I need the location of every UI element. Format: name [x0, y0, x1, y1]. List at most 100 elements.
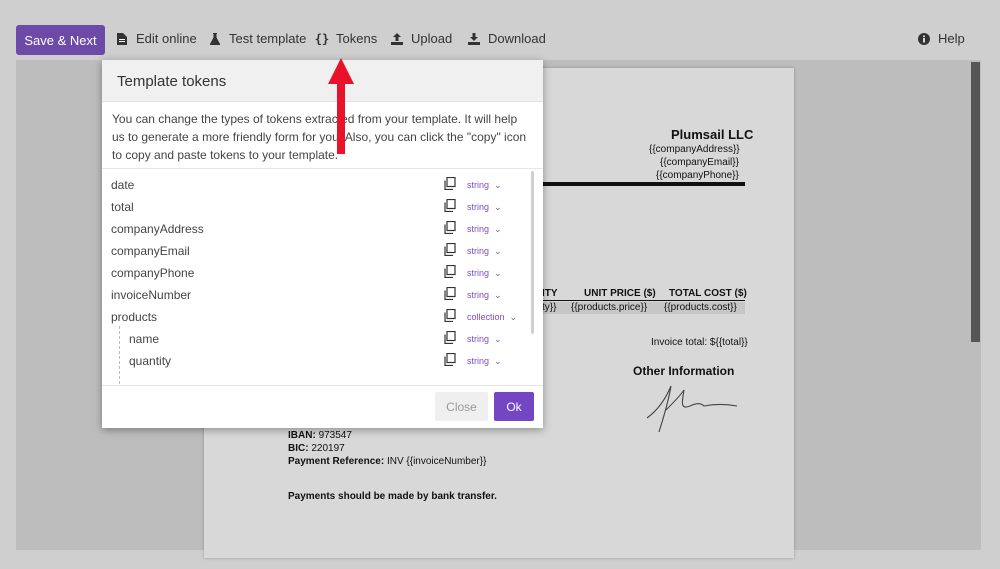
- copy-icon[interactable]: [444, 177, 456, 190]
- col-total-cost-header: TOTAL COST ($): [669, 288, 747, 299]
- token-type-label: string: [467, 290, 490, 300]
- payment-reference-value: INV {{invoiceNumber}}: [386, 456, 487, 467]
- other-information-heading: Other Information: [633, 364, 735, 378]
- token-type-label: string: [467, 202, 490, 212]
- token-type-dropdown[interactable]: string ⌄: [467, 268, 502, 279]
- company-name: Plumsail LLC: [671, 127, 754, 142]
- token-name: companyEmail: [111, 244, 190, 258]
- copy-icon[interactable]: [444, 243, 456, 256]
- tree-connector: [119, 326, 120, 384]
- cost-cell: {{products.cost}}: [664, 302, 737, 313]
- token-type-dropdown[interactable]: string ⌄: [467, 356, 502, 367]
- token-row: products collection ⌄: [102, 306, 522, 328]
- payment-reference-line: Payment Reference: INV {{invoiceNumber}}: [288, 456, 486, 467]
- template-tokens-dialog: Template tokens You can change the types…: [102, 60, 543, 428]
- viewer-scrollbar[interactable]: [971, 62, 980, 342]
- token-row: invoiceNumber string ⌄: [102, 284, 522, 306]
- token-type-dropdown[interactable]: string ⌄: [467, 180, 502, 191]
- token-type-dropdown[interactable]: string ⌄: [467, 202, 502, 213]
- flask-icon: [209, 32, 221, 45]
- phone-token: {{companyPhone}}: [656, 170, 739, 181]
- toolbar: Save & Next Edit online Test template {}…: [0, 0, 1000, 60]
- price-cell: {{products.price}}: [571, 302, 648, 313]
- token-type-dropdown[interactable]: string ⌄: [467, 334, 502, 345]
- annotation-arrow: [328, 58, 354, 154]
- token-type-label: string: [467, 224, 490, 234]
- token-type-dropdown[interactable]: string ⌄: [467, 246, 502, 257]
- token-row: companyAddress string ⌄: [102, 218, 522, 240]
- token-type-label: string: [467, 180, 490, 190]
- copy-icon[interactable]: [444, 331, 456, 344]
- chevron-down-icon: ⌄: [494, 224, 502, 234]
- token-type-label: string: [467, 246, 490, 256]
- quantity-cell: ty}}: [542, 302, 557, 313]
- close-button[interactable]: Close: [435, 392, 488, 421]
- col-unit-price-header: UNIT PRICE ($): [584, 288, 656, 299]
- help-button[interactable]: Help: [918, 31, 965, 46]
- token-type-label: string: [467, 268, 490, 278]
- header-rule: [542, 182, 745, 186]
- copy-icon[interactable]: [444, 199, 456, 212]
- chevron-down-icon: ⌄: [494, 356, 502, 366]
- token-type-dropdown[interactable]: collection ⌄: [467, 312, 517, 323]
- token-row: companyEmail string ⌄: [102, 240, 522, 262]
- chevron-down-icon: ⌄: [494, 290, 502, 300]
- token-name: total: [111, 200, 134, 214]
- token-type-label: string: [467, 334, 490, 344]
- dialog-footer: Close Ok: [102, 385, 543, 428]
- copy-icon[interactable]: [444, 221, 456, 234]
- token-list-scrollbar[interactable]: [531, 171, 534, 334]
- table-rule: [542, 300, 745, 301]
- upload-button[interactable]: Upload: [391, 31, 452, 46]
- document-icon: [116, 32, 128, 45]
- payment-reference-label: Payment Reference:: [288, 456, 385, 467]
- copy-icon[interactable]: [444, 309, 456, 322]
- upload-label: Upload: [411, 31, 453, 46]
- chevron-down-icon: ⌄: [494, 334, 502, 344]
- chevron-down-icon: ⌄: [509, 312, 518, 322]
- download-label: Download: [488, 31, 546, 46]
- token-row: date string ⌄: [102, 174, 522, 196]
- edit-online-button[interactable]: Edit online: [116, 31, 197, 46]
- copy-icon[interactable]: [444, 265, 456, 278]
- download-icon: [468, 32, 480, 45]
- test-template-button[interactable]: Test template: [209, 31, 306, 46]
- token-name: date: [111, 178, 135, 192]
- upload-icon: [391, 32, 403, 45]
- col-quantity-header: ITY: [542, 288, 558, 299]
- token-type-dropdown[interactable]: string ⌄: [467, 290, 502, 301]
- token-type-label: string: [467, 356, 490, 366]
- copy-icon[interactable]: [444, 287, 456, 300]
- signature-image: [646, 385, 738, 433]
- token-type-label: collection: [467, 312, 505, 322]
- tokens-label: Tokens: [336, 31, 378, 46]
- email-token: {{companyEmail}}: [660, 157, 739, 168]
- download-button[interactable]: Download: [468, 31, 546, 46]
- token-type-dropdown[interactable]: string ⌄: [467, 224, 502, 235]
- braces-icon: {}: [314, 31, 330, 46]
- payment-note: Payments should be made by bank transfer…: [288, 491, 497, 502]
- edit-online-label: Edit online: [136, 31, 197, 46]
- token-name: companyAddress: [111, 222, 204, 236]
- address-token: {{companyAddress}}: [649, 144, 740, 155]
- ok-button[interactable]: Ok: [494, 392, 534, 421]
- copy-icon[interactable]: [444, 353, 456, 366]
- token-name: products: [111, 310, 158, 324]
- dialog-title: Template tokens: [102, 60, 543, 102]
- token-name: name: [129, 332, 160, 346]
- chevron-down-icon: ⌄: [494, 180, 502, 190]
- token-row: name string ⌄: [102, 328, 522, 350]
- chevron-down-icon: ⌄: [494, 268, 502, 278]
- token-row: quantity string ⌄: [102, 350, 522, 372]
- chevron-down-icon: ⌄: [494, 202, 502, 212]
- info-icon: [918, 32, 930, 45]
- tokens-button[interactable]: {} Tokens: [314, 31, 378, 46]
- save-next-button[interactable]: Save & Next: [16, 25, 105, 55]
- chevron-down-icon: ⌄: [494, 246, 502, 256]
- invoice-total: Invoice total: ${{total}}: [651, 337, 748, 348]
- token-name: quantity: [129, 354, 172, 368]
- help-label: Help: [938, 31, 965, 46]
- test-template-label: Test template: [229, 31, 307, 46]
- token-row: companyPhone string ⌄: [102, 262, 522, 284]
- token-name: companyPhone: [111, 266, 195, 280]
